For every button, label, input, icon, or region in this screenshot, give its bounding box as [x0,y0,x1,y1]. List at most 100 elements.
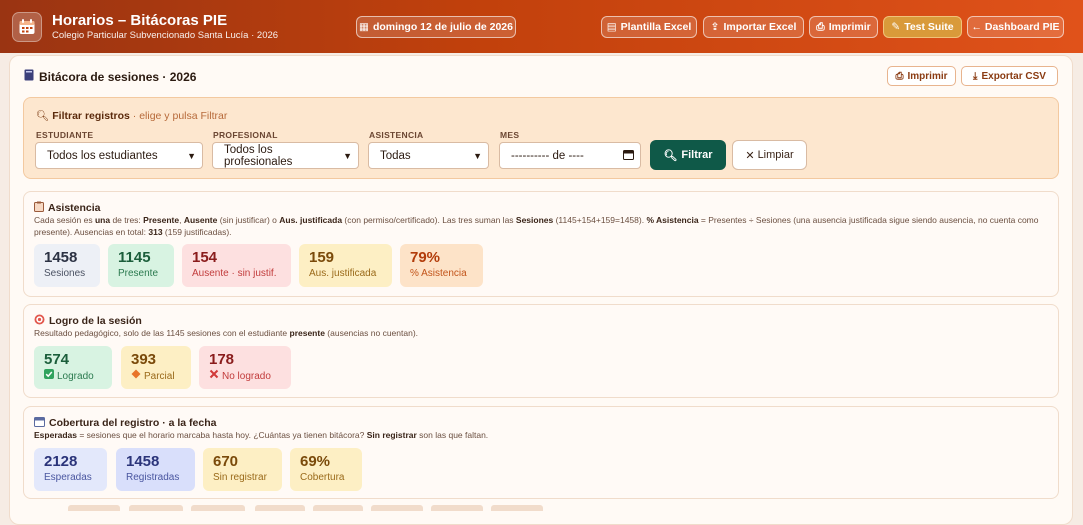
bottom-chip[interactable] [371,505,423,511]
imprimir-header-button[interactable]: ⎙ Imprimir [809,16,878,38]
bottom-chip[interactable] [191,505,245,511]
cross-icon [209,369,219,384]
diamond-icon [131,369,141,384]
bottom-chip[interactable] [491,505,543,511]
mes-input-value: ---------- de ---- [511,149,584,162]
cobertura-label: Cobertura [300,472,345,483]
chevron-down-icon: ▼ [187,150,196,161]
limpiar-button[interactable]: ✕ Limpiar [732,140,807,170]
asistencia-select[interactable]: Todas ▼ [368,142,489,169]
logro-title-text: Logro de la sesión [49,315,142,327]
registradas-value: 1458 [126,453,160,470]
presente-value: 1145 [118,249,151,266]
test-suite-button[interactable]: ✎ Test Suite [883,16,962,38]
chevron-down-icon: ▼ [473,150,482,161]
filtrar-label: Filtrar [681,149,713,161]
exportar-csv-button[interactable]: ⤓ Exportar CSV [961,66,1058,86]
filter-hint: · elige y pulsa Filtrar [129,110,228,122]
dashboard-pie-label: ← Dashboard PIE [971,21,1060,33]
filter-box: 🔍︎ Filtrar registros · elige y pulsa Fil… [23,97,1059,179]
chevron-down-icon: ▼ [343,150,352,161]
estudiante-select-value: Todos los estudiantes [47,149,158,162]
presente-label: Presente [118,268,159,279]
filter-heading: 🔍︎ Filtrar registros · elige y pulsa Fil… [36,109,227,122]
porcentaje-asistencia-value: 79% [410,249,441,266]
parcial-card: 393 Parcial [121,346,191,389]
porcentaje-asistencia-card: 79% % Asistencia [400,244,483,287]
download-icon: ⤓ [973,70,978,82]
sesiones-value: 1458 [44,249,78,266]
app-title: Horarios – Bitácoras PIE [52,11,228,29]
calendar-icon: ▦ [359,21,369,33]
importar-excel-button[interactable]: ⇪ Importar Excel [703,16,804,38]
bottom-chip[interactable] [68,505,120,511]
calendar-icon [34,416,45,430]
logrado-value: 574 [44,351,70,368]
sin-registrar-card: 670 Sin registrar [203,448,282,491]
plantilla-excel-label: Plantilla Excel [620,21,692,33]
bottom-chip[interactable] [431,505,483,511]
profesional-select[interactable]: Todos los profesionales ▼ [212,142,359,169]
ausencia-justificada-card: 159 Aus. justificada [299,244,392,287]
estudiante-select[interactable]: Todos los estudiantes ▼ [35,142,203,169]
sin-registrar-value: 670 [213,453,239,470]
profesional-select-value: Todos los profesionales [224,143,293,168]
plantilla-excel-button[interactable]: ▤ Plantilla Excel [601,16,697,38]
no-logrado-card: 178 No logrado [199,346,291,389]
limpiar-label: Limpiar [757,149,794,161]
filtrar-button[interactable]: 🔍︎ Filtrar [650,140,726,170]
no-logrado-value: 178 [209,351,235,368]
book-icon [24,69,34,84]
dashboard-pie-button[interactable]: ← Dashboard PIE [967,16,1064,38]
bottom-chip[interactable] [129,505,183,511]
esperadas-label: Esperadas [44,472,92,483]
bottom-chip[interactable] [255,505,305,511]
ausencia-justificada-label: Aus. justificada [309,268,377,279]
printer-icon: ⎙ [895,70,904,82]
asistencia-section: Asistencia Cada sesión es una de tres: P… [23,191,1059,297]
esperadas-value: 2128 [44,453,78,470]
spreadsheet-icon: ▤ [606,21,617,33]
logrado-label-row: Logrado [44,369,112,384]
mes-input[interactable]: ---------- de ---- [499,142,641,169]
filter-heading-text: Filtrar registros [52,110,130,122]
check-icon [44,369,54,384]
current-date: domingo 12 de julio de 2026 [372,21,513,33]
sesiones-label: Sesiones [44,268,86,279]
sesiones-card: 1458 Sesiones [34,244,100,287]
panel-title: Bitácora de sesiones · 2026 [24,69,196,84]
calendar-logo-icon [12,11,42,42]
calendar-picker-icon[interactable] [623,149,634,163]
current-date-badge: ▦ domingo 12 de julio de 2026 [356,16,516,38]
imprimir-panel-button[interactable]: ⎙ Imprimir [887,66,956,86]
bottom-chip[interactable] [313,505,363,511]
importar-excel-label: Importar Excel [723,21,797,33]
mes-label: MES [500,130,520,140]
app-subtitle: Colegio Particular Subvencionado Santa L… [52,29,279,41]
profesional-label: PROFESIONAL [213,130,278,140]
sin-registrar-label: Sin registrar [213,472,267,483]
logrado-label: Logrado [57,370,94,382]
test-suite-label: Test Suite [904,21,954,33]
ausente-label: Ausente · sin justif. [192,268,277,279]
logrado-card: 574 Logrado [34,346,112,389]
cobertura-section: Cobertura del registro · a la fecha Espe… [23,406,1059,499]
imprimir-panel-label: Imprimir [907,70,948,82]
asistencia-description: Cada sesión es una de tres: Presente, Au… [34,215,1039,237]
search-icon: 🔍︎ [663,149,678,162]
logro-section: Logro de la sesión Resultado pedagógico,… [23,304,1059,398]
clipboard-icon [34,201,44,215]
asistencia-select-value: Todas [380,149,411,162]
ausente-card: 154 Ausente · sin justif. [182,244,291,287]
no-logrado-label: No logrado [222,370,271,382]
imprimir-header-label: Imprimir [828,21,871,33]
asistencia-title: Asistencia [34,201,101,215]
ausente-value: 154 [192,249,218,266]
registradas-label: Registradas [126,472,180,483]
logro-description: Resultado pedagógico, solo de las 1145 s… [34,328,419,338]
porcentaje-asistencia-label: % Asistencia [410,268,467,279]
panel-title-text: Bitácora de sesiones · 2026 [39,69,197,84]
exportar-csv-label: Exportar CSV [981,70,1046,82]
parcial-label-row: Parcial [131,369,191,384]
asistencia-title-text: Asistencia [48,202,101,214]
